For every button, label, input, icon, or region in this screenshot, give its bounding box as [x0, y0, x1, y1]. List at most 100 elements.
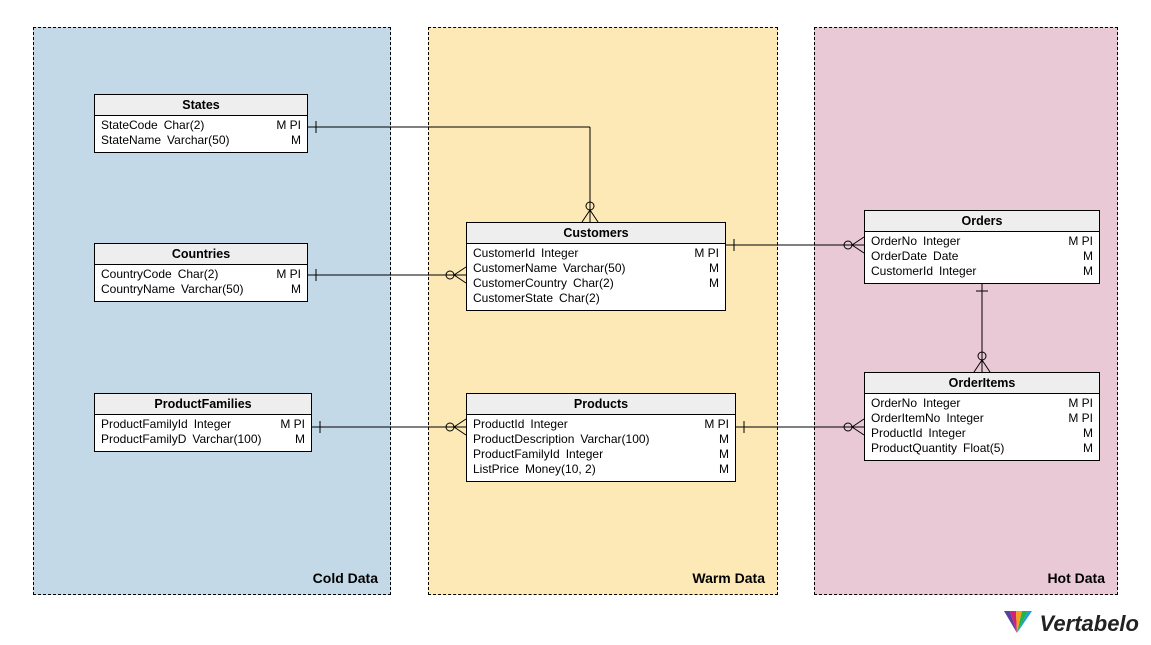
col-name: ProductFamilyId — [473, 447, 566, 462]
entity-orderitems-col: OrderNoIntegerM PI — [871, 396, 1093, 411]
col-type: Char(2) — [573, 276, 691, 291]
col-type: Integer — [541, 246, 691, 261]
col-name: CountryName — [101, 282, 181, 297]
col-flags: M — [701, 462, 729, 477]
col-name: ProductFamilyId — [101, 417, 194, 432]
entity-customers-col: CustomerIdIntegerM PI — [473, 246, 719, 261]
col-name: CustomerId — [473, 246, 541, 261]
col-flags: M — [701, 432, 729, 447]
entity-countries-title: Countries — [95, 244, 307, 265]
col-flags: M — [701, 447, 729, 462]
col-type: Varchar(50) — [181, 282, 273, 297]
entity-orders-body: OrderNoIntegerM PIOrderDateDateMCustomer… — [865, 232, 1099, 283]
col-type: Integer — [923, 234, 1065, 249]
col-flags: M PI — [277, 417, 305, 432]
col-flags: M — [273, 133, 301, 148]
col-flags: M — [1065, 249, 1093, 264]
entity-customers-col: CustomerCountryChar(2)M — [473, 276, 719, 291]
col-name: OrderNo — [871, 396, 923, 411]
entity-products-col: ProductDescriptionVarchar(100)M — [473, 432, 729, 447]
entity-orders-col: OrderDateDateM — [871, 249, 1093, 264]
entity-states-title: States — [95, 95, 307, 116]
col-flags: M PI — [273, 118, 301, 133]
zone-cold-label: Cold Data — [313, 570, 378, 586]
entity-states-body: StateCodeChar(2)M PIStateNameVarchar(50)… — [95, 116, 307, 152]
entity-orders-col: CustomerIdIntegerM — [871, 264, 1093, 279]
col-flags: M — [1065, 264, 1093, 279]
entity-states-col: StateCodeChar(2)M PI — [101, 118, 301, 133]
entity-orders-title: Orders — [865, 211, 1099, 232]
col-name: ProductQuantity — [871, 441, 963, 456]
entity-countries: Countries CountryCodeChar(2)M PICountryN… — [94, 243, 308, 302]
vertabelo-logo: Vertabelo — [1000, 609, 1139, 639]
col-name: CustomerState — [473, 291, 559, 306]
entity-products: Products ProductIdIntegerM PIProductDesc… — [466, 393, 736, 482]
col-name: CustomerName — [473, 261, 563, 276]
entity-products-body: ProductIdIntegerM PIProductDescriptionVa… — [467, 415, 735, 481]
col-type: Integer — [946, 411, 1065, 426]
entity-states: States StateCodeChar(2)M PIStateNameVarc… — [94, 94, 308, 153]
entity-customers-col: CustomerNameVarchar(50)M — [473, 261, 719, 276]
col-flags — [691, 291, 719, 306]
entity-orderitems-title: OrderItems — [865, 373, 1099, 394]
col-flags: M — [277, 432, 305, 447]
zone-warm: Warm Data — [428, 27, 778, 595]
zone-warm-label: Warm Data — [692, 570, 765, 586]
entity-productfamilies-col: ProductFamilyDVarchar(100)M — [101, 432, 305, 447]
col-type: Integer — [923, 396, 1065, 411]
entity-orderitems-body: OrderNoIntegerM PIOrderItemNoIntegerM PI… — [865, 394, 1099, 460]
col-type: Money(10, 2) — [525, 462, 701, 477]
col-flags: M PI — [1065, 411, 1093, 426]
col-type: Float(5) — [963, 441, 1065, 456]
col-flags: M PI — [691, 246, 719, 261]
col-name: ProductFamilyD — [101, 432, 192, 447]
col-flags: M — [1065, 426, 1093, 441]
col-type: Char(2) — [164, 118, 273, 133]
col-type: Varchar(100) — [580, 432, 701, 447]
col-flags: M — [1065, 441, 1093, 456]
vertabelo-logo-icon — [1000, 609, 1034, 639]
col-type: Integer — [939, 264, 1065, 279]
entity-countries-col: CountryCodeChar(2)M PI — [101, 267, 301, 282]
col-name: StateCode — [101, 118, 164, 133]
entity-products-col: ProductIdIntegerM PI — [473, 417, 729, 432]
entity-orders-col: OrderNoIntegerM PI — [871, 234, 1093, 249]
entity-orderitems: OrderItems OrderNoIntegerM PIOrderItemNo… — [864, 372, 1100, 461]
entity-countries-col: CountryNameVarchar(50)M — [101, 282, 301, 297]
entity-countries-body: CountryCodeChar(2)M PICountryNameVarchar… — [95, 265, 307, 301]
col-name: StateName — [101, 133, 167, 148]
col-flags: M PI — [1065, 234, 1093, 249]
col-type: Integer — [928, 426, 1065, 441]
col-name: OrderDate — [871, 249, 933, 264]
entity-productfamilies-title: ProductFamilies — [95, 394, 311, 415]
col-name: CustomerId — [871, 264, 939, 279]
col-type: Varchar(50) — [167, 133, 273, 148]
zone-hot: Hot Data — [814, 27, 1118, 595]
entity-productfamilies: ProductFamilies ProductFamilyIdIntegerM … — [94, 393, 312, 452]
entity-products-col: ListPriceMoney(10, 2)M — [473, 462, 729, 477]
col-name: ListPrice — [473, 462, 525, 477]
col-type: Date — [933, 249, 1065, 264]
col-type: Integer — [530, 417, 701, 432]
col-name: ProductId — [473, 417, 530, 432]
col-flags: M — [691, 276, 719, 291]
col-name: OrderNo — [871, 234, 923, 249]
col-name: ProductDescription — [473, 432, 580, 447]
entity-customers: Customers CustomerIdIntegerM PICustomerN… — [466, 222, 726, 311]
col-flags: M PI — [273, 267, 301, 282]
vertabelo-logo-text: Vertabelo — [1040, 611, 1139, 637]
col-flags: M — [273, 282, 301, 297]
entity-orderitems-col: ProductIdIntegerM — [871, 426, 1093, 441]
col-name: CustomerCountry — [473, 276, 573, 291]
entity-states-col: StateNameVarchar(50)M — [101, 133, 301, 148]
entity-customers-col: CustomerStateChar(2) — [473, 291, 719, 306]
entity-productfamilies-col: ProductFamilyIdIntegerM PI — [101, 417, 305, 432]
entity-orderitems-col: ProductQuantityFloat(5)M — [871, 441, 1093, 456]
col-name: CountryCode — [101, 267, 178, 282]
entity-orders: Orders OrderNoIntegerM PIOrderDateDateMC… — [864, 210, 1100, 284]
col-name: OrderItemNo — [871, 411, 946, 426]
col-type: Char(2) — [178, 267, 273, 282]
entity-products-col: ProductFamilyIdIntegerM — [473, 447, 729, 462]
col-type: Varchar(100) — [192, 432, 277, 447]
col-flags: M PI — [1065, 396, 1093, 411]
